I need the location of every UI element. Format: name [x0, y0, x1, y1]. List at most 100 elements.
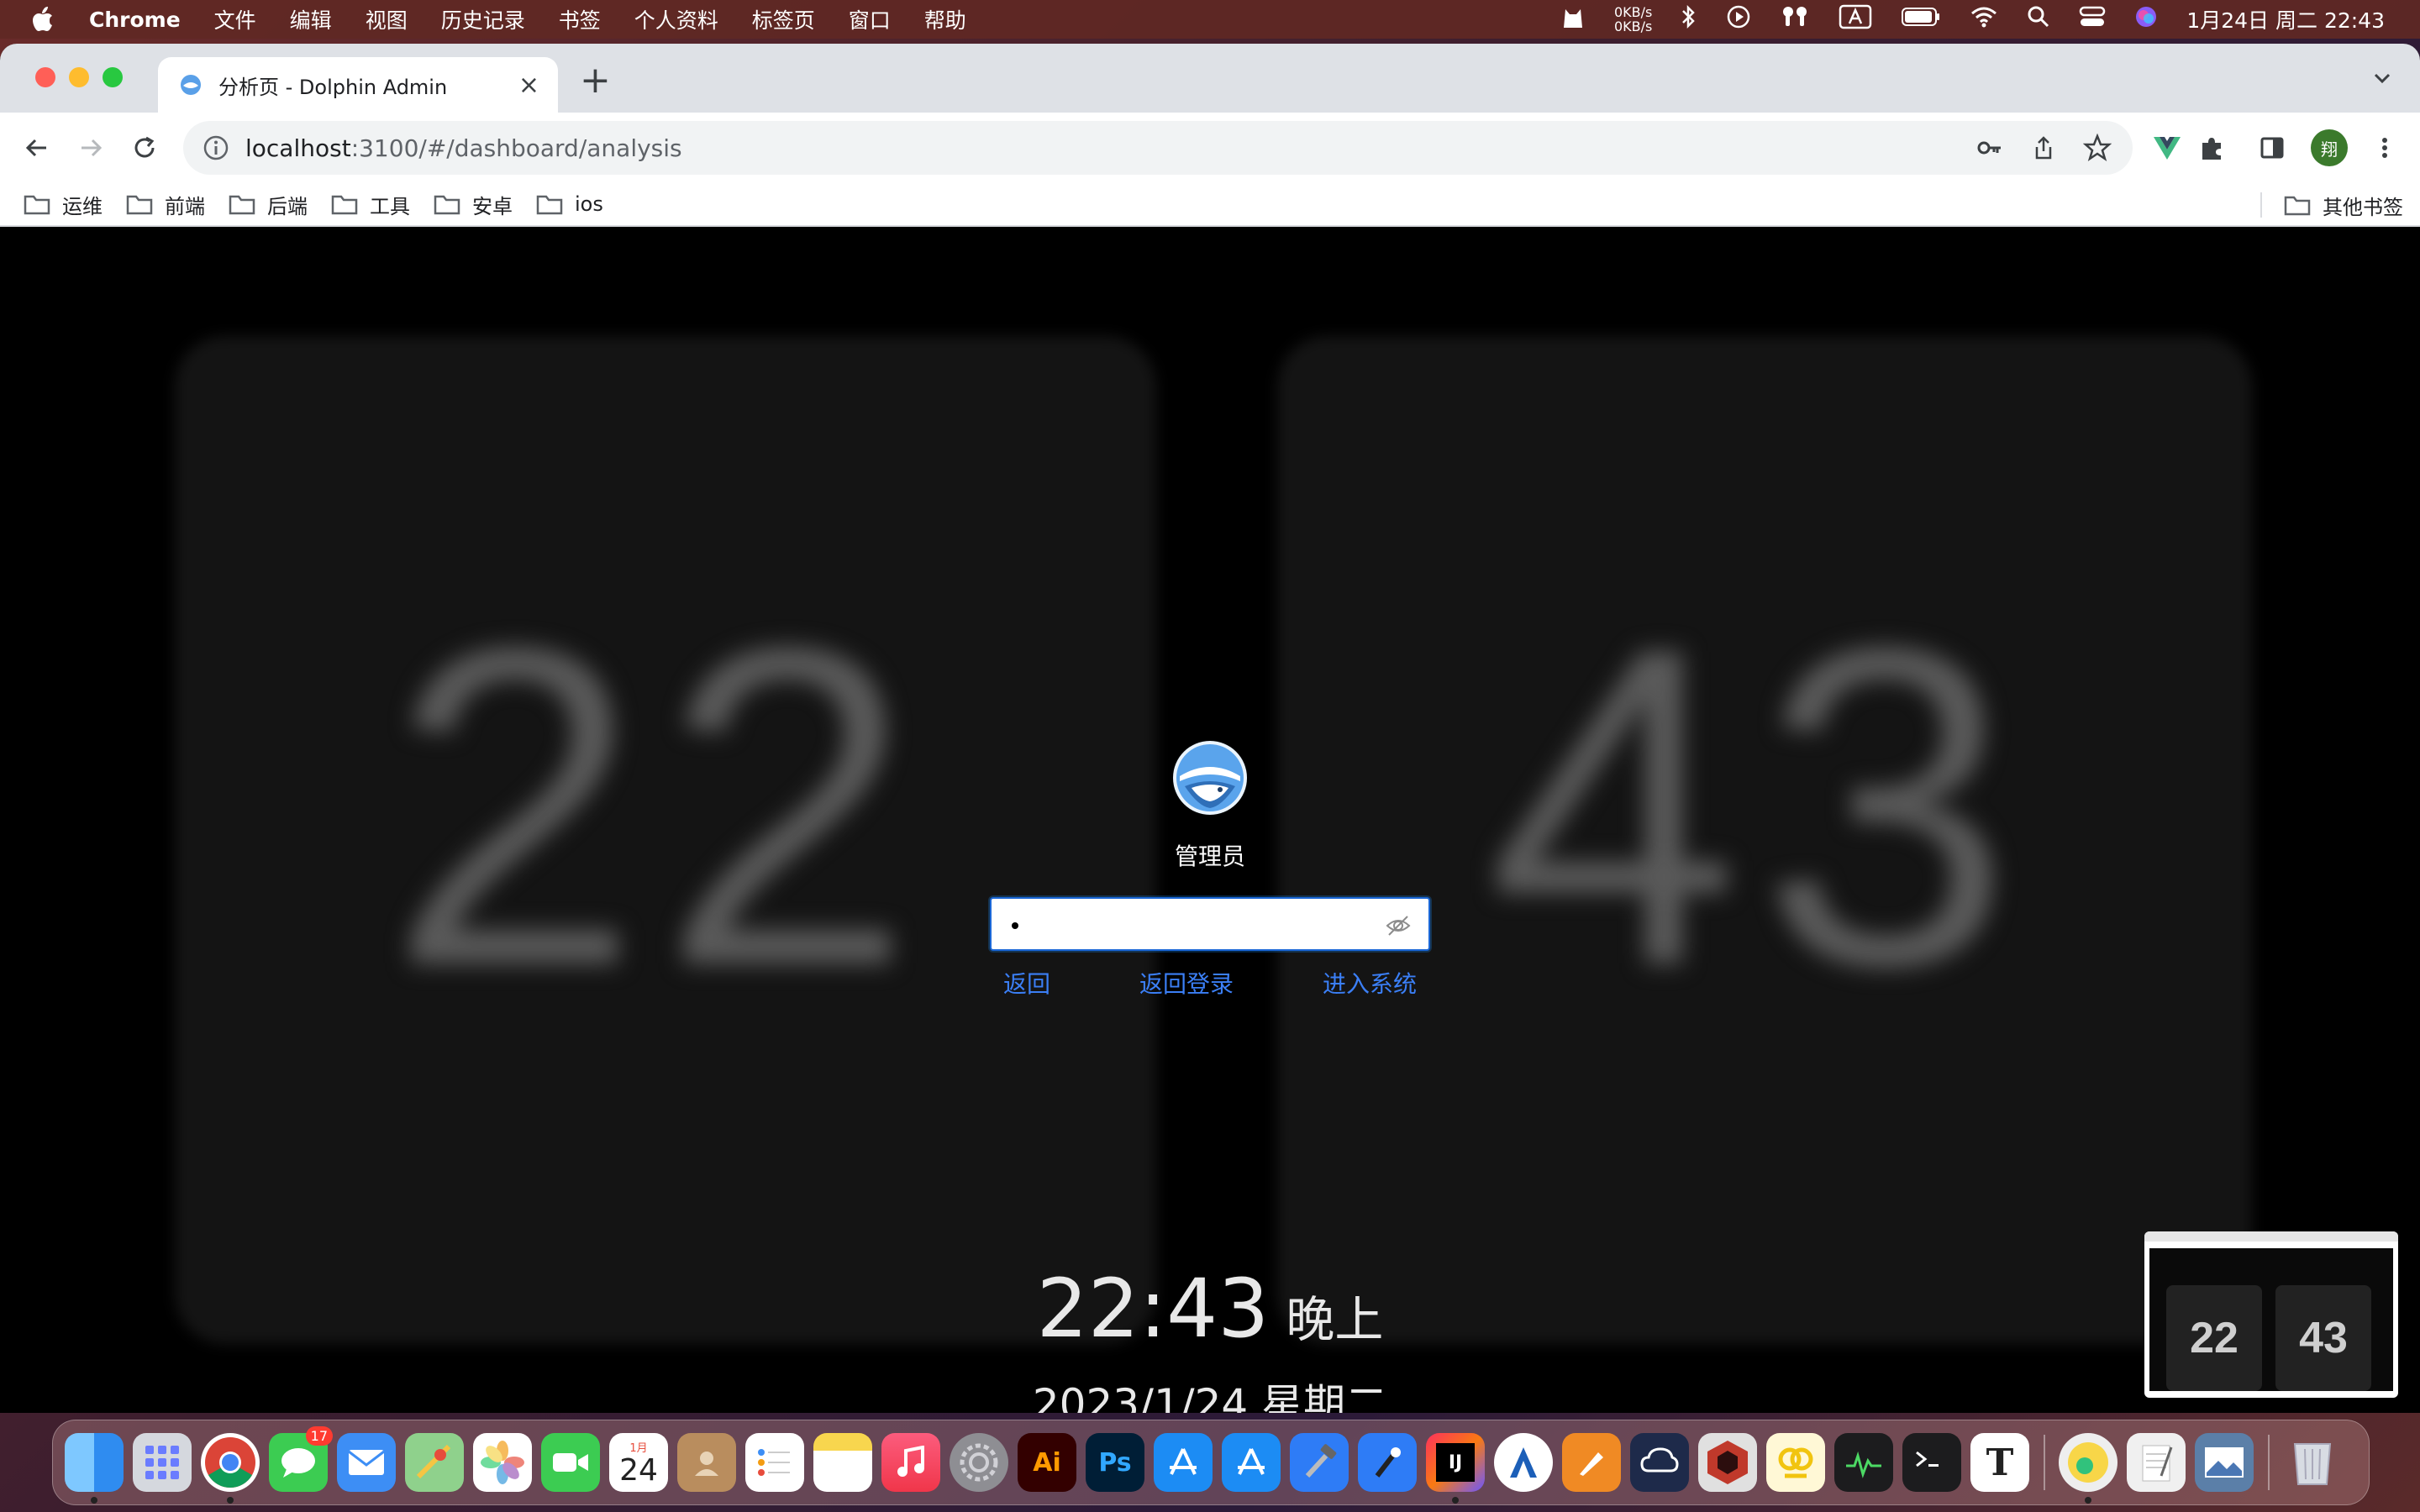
finder-icon[interactable] [65, 1433, 124, 1504]
xcode-app-store-icon[interactable] [1222, 1433, 1281, 1492]
system-settings-icon[interactable] [950, 1433, 1008, 1492]
hexagon-app-icon[interactable] [1698, 1433, 1757, 1492]
menu-bookmarks[interactable]: 书签 [559, 4, 601, 34]
other-bookmarks-label: 其他书签 [2323, 195, 2403, 219]
forward-button[interactable] [71, 128, 111, 168]
new-tab-button[interactable]: + [580, 62, 611, 99]
tab-close-icon[interactable]: × [518, 71, 539, 100]
unlock-panel: 管理员 返回 返回登录 进入系统 [990, 739, 1430, 1000]
profile-avatar[interactable]: 翔 [2311, 129, 2348, 166]
reminders-icon[interactable] [745, 1433, 804, 1492]
key-icon[interactable] [1975, 133, 2005, 163]
calendar-icon[interactable]: 1月 24 [609, 1433, 668, 1492]
qq-music-icon[interactable] [2059, 1433, 2118, 1504]
menu-help[interactable]: 帮助 [924, 4, 966, 34]
menu-window[interactable]: 窗口 [849, 4, 891, 34]
terminal-icon[interactable] [1902, 1433, 1961, 1492]
wifi-icon[interactable] [1970, 5, 1998, 34]
contacts-icon[interactable] [677, 1433, 736, 1492]
clock-hours: 22 [388, 554, 934, 1060]
bluetooth-icon[interactable] [1681, 4, 1697, 34]
play-icon[interactable] [1726, 4, 1751, 34]
vscode-style-icon[interactable] [1494, 1433, 1553, 1492]
textedit-icon[interactable] [2127, 1433, 2186, 1492]
enter-system-link[interactable]: 进入系统 [1323, 966, 1417, 1000]
bookmark-label: 前端 [165, 194, 205, 218]
address-bar[interactable]: localhost:3100/#/dashboard/analysis [183, 121, 2133, 175]
trash-icon[interactable] [2283, 1433, 2342, 1492]
messages-icon[interactable]: 17 [269, 1426, 333, 1492]
folder-icon [229, 195, 255, 215]
thumbnail-minutes: 43 [2275, 1285, 2371, 1391]
launchpad-icon[interactable] [133, 1433, 192, 1492]
spotlight-search-icon[interactable] [2027, 5, 2050, 34]
control-center-icon[interactable] [2079, 5, 2106, 34]
window-close-button[interactable] [35, 67, 55, 87]
menubar-clock[interactable]: 1月24日 周二 22:43 [2186, 4, 2385, 34]
other-bookmarks[interactable]: 其他书签 [2260, 183, 2403, 227]
bookmark-folder-ios[interactable]: ios [536, 192, 603, 216]
menu-view[interactable]: 视图 [366, 4, 408, 34]
music-icon[interactable] [881, 1433, 940, 1492]
running-indicator [227, 1497, 234, 1504]
pen-tool-icon[interactable] [1562, 1433, 1621, 1492]
bookmark-star-icon[interactable] [2082, 133, 2112, 163]
back-link[interactable]: 返回 [1003, 966, 1050, 1000]
window-zoom-button[interactable] [103, 67, 123, 87]
bookmark-label: ios [575, 192, 603, 216]
pretzel-icon[interactable] [1766, 1433, 1825, 1492]
menu-file[interactable]: 文件 [214, 4, 256, 34]
bookmark-folder-tools[interactable]: 工具 [331, 190, 410, 219]
back-to-login-link[interactable]: 返回登录 [1139, 966, 1234, 1000]
illustrator-icon[interactable]: Ai [1018, 1433, 1076, 1492]
bookmark-folder-android[interactable]: 安卓 [434, 190, 513, 219]
menu-history[interactable]: 历史记录 [441, 4, 525, 34]
xcode-hammer-icon[interactable] [1290, 1433, 1349, 1492]
password-input[interactable] [990, 897, 1430, 951]
tab-search-chevron-icon[interactable] [2370, 66, 2395, 91]
share-icon[interactable] [2028, 133, 2059, 163]
bookmark-folder-ops[interactable]: 运维 [24, 190, 103, 219]
cloud-chat-icon[interactable] [1630, 1433, 1689, 1492]
mail-icon[interactable] [337, 1433, 396, 1492]
url-host: localhost [245, 134, 351, 162]
reload-button[interactable] [124, 128, 165, 168]
app-menu-chrome[interactable]: Chrome [89, 8, 181, 32]
airpods-icon[interactable] [1780, 4, 1810, 34]
siri-icon[interactable] [2134, 5, 2158, 34]
network-speed: 0KB/s 0KB/s [1614, 5, 1652, 34]
input-method-icon[interactable] [1839, 4, 1872, 34]
eye-invisible-icon[interactable] [1385, 912, 1412, 939]
photos-icon[interactable] [473, 1433, 532, 1492]
window-minimize-button[interactable] [69, 67, 89, 87]
cat-icon[interactable] [1560, 4, 1586, 34]
apple-menu-icon[interactable] [30, 5, 55, 34]
notes-icon[interactable] [813, 1433, 872, 1492]
battery-icon[interactable] [1901, 6, 1941, 33]
bookmark-folder-backend[interactable]: 后端 [229, 190, 308, 219]
extensions-puzzle-icon[interactable] [2196, 133, 2227, 163]
intellij-icon[interactable]: IJ [1426, 1433, 1485, 1504]
vue-devtools-icon[interactable] [2152, 133, 2182, 163]
menu-tabs[interactable]: 标签页 [752, 4, 815, 34]
side-panel-button[interactable] [2252, 128, 2292, 168]
app-store-icon[interactable] [1154, 1433, 1213, 1492]
back-button[interactable] [17, 128, 57, 168]
bookmark-folder-frontend[interactable]: 前端 [126, 190, 205, 219]
site-info-icon[interactable] [202, 134, 230, 162]
url-text[interactable]: localhost:3100/#/dashboard/analysis [245, 134, 682, 162]
tab-analysis[interactable]: 分析页 - Dolphin Admin × [158, 57, 558, 113]
photoshop-icon[interactable]: Ps [1086, 1433, 1144, 1492]
maps-icon[interactable] [405, 1433, 464, 1492]
menu-profiles[interactable]: 个人资料 [634, 4, 718, 34]
typora-icon[interactable]: T [1970, 1433, 2029, 1492]
intellij-label: IJ [1436, 1443, 1475, 1482]
instruments-icon[interactable] [1358, 1433, 1417, 1492]
activity-monitor-icon[interactable] [1834, 1433, 1893, 1492]
chrome-icon[interactable] [201, 1433, 260, 1504]
menu-edit[interactable]: 编辑 [290, 4, 332, 34]
facetime-icon[interactable] [541, 1433, 600, 1492]
screenshot-thumbnail[interactable]: 22 43 [2144, 1231, 2398, 1398]
chrome-menu-button[interactable] [2365, 128, 2405, 168]
preview-icon[interactable] [2195, 1433, 2254, 1492]
